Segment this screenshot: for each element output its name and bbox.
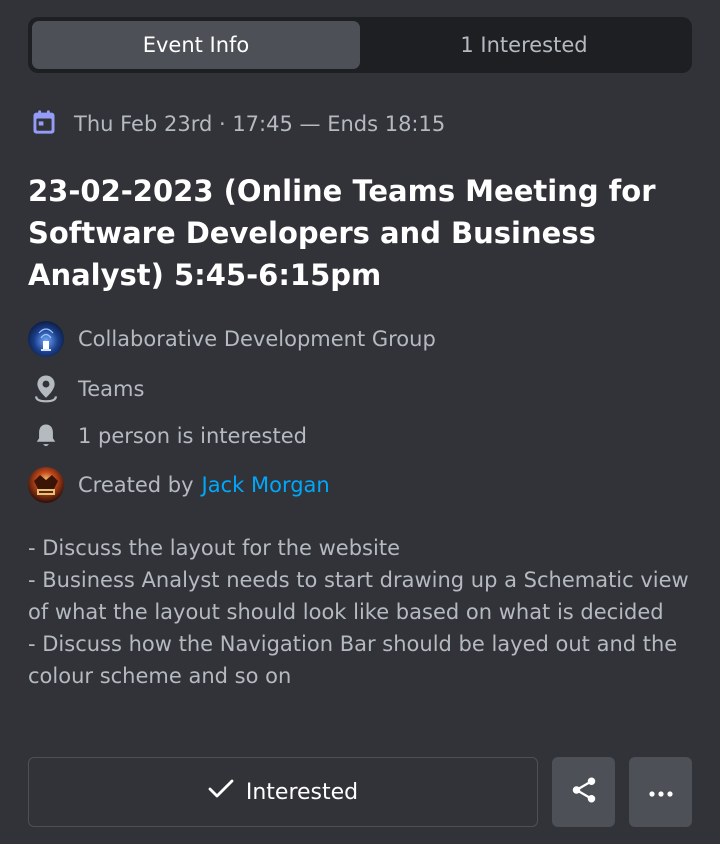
interested-button[interactable]: Interested — [28, 757, 538, 827]
interested-button-label: Interested — [245, 779, 359, 805]
more-options-button[interactable] — [629, 757, 692, 827]
location-row: Teams — [28, 371, 144, 407]
location-pin-icon — [28, 371, 64, 407]
event-title: 23-02-2023 (Online Teams Meeting for Sof… — [28, 174, 656, 292]
bell-icon — [28, 418, 64, 454]
server-avatar — [28, 321, 64, 357]
checkmark-icon — [208, 778, 234, 806]
event-date-row: Thu Feb 23rd · 17:45 — Ends 18:15 — [30, 106, 445, 142]
created-by-label: Created by — [78, 473, 194, 497]
interested-row: 1 person is interested — [28, 418, 307, 454]
creator-avatar[interactable] — [28, 467, 64, 503]
creator-link[interactable]: Jack Morgan — [202, 473, 330, 497]
creator-row: Created by Jack Morgan — [28, 467, 330, 503]
event-tabs: Event Info 1 Interested — [28, 17, 692, 73]
event-description: - Discuss the layout for the website - B… — [28, 536, 689, 688]
event-date-text: Thu Feb 23rd · 17:45 — Ends 18:15 — [74, 112, 446, 136]
tab-event-info[interactable]: Event Info — [32, 21, 360, 69]
calendar-icon — [30, 108, 58, 140]
interested-count-text: 1 person is interested — [78, 424, 307, 448]
server-name: Collaborative Development Group — [78, 327, 436, 351]
share-icon — [569, 775, 599, 809]
tab-interested[interactable]: 1 Interested — [360, 21, 688, 69]
server-row[interactable]: Collaborative Development Group — [28, 321, 436, 357]
event-location: Teams — [78, 377, 145, 401]
share-button[interactable] — [552, 757, 615, 827]
more-icon — [648, 783, 674, 802]
